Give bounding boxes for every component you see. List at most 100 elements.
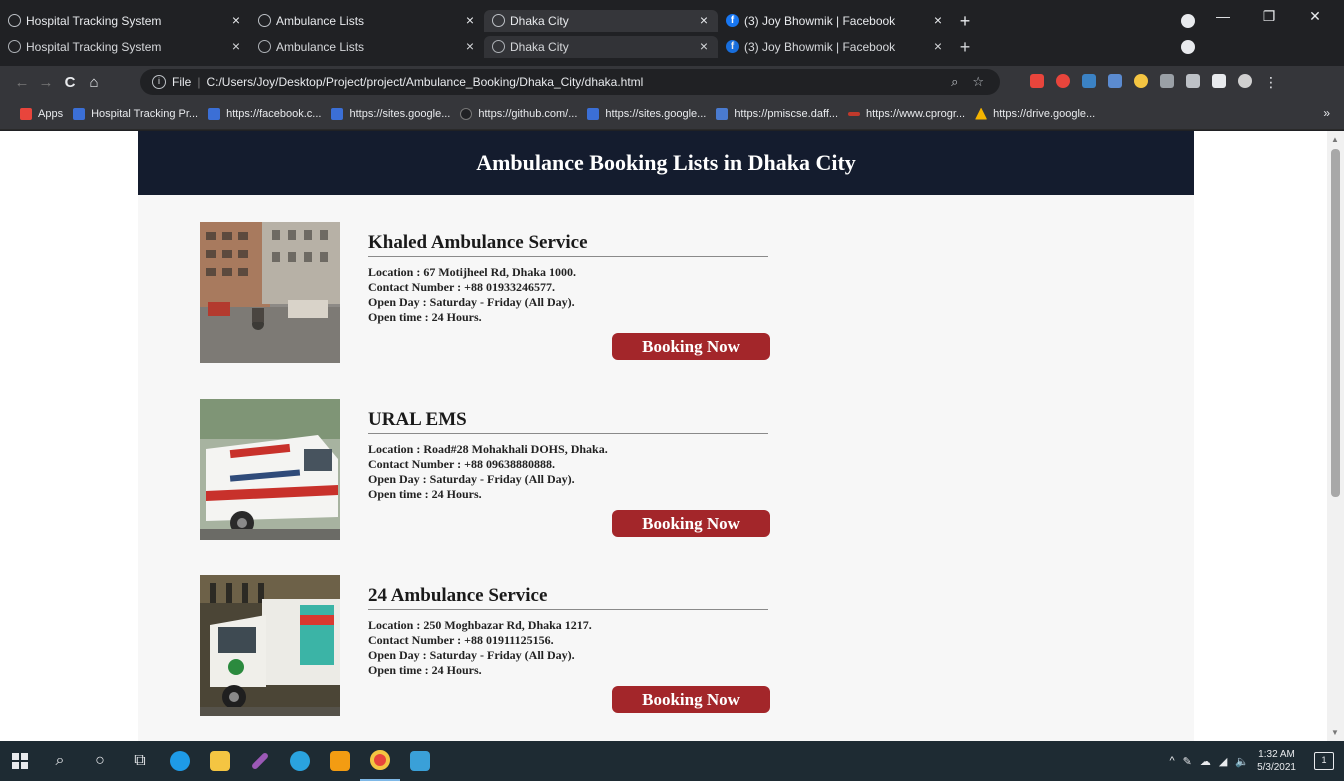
search-icon[interactable]: ⌕ xyxy=(40,741,80,781)
booking-now-button[interactable]: Booking Now xyxy=(612,686,770,713)
cortana-icon[interactable]: ○ xyxy=(80,741,120,781)
pen-tray-icon[interactable]: ✎ xyxy=(1183,755,1192,768)
bookmark-item[interactable]: https://sites.google... xyxy=(331,107,450,120)
apps-grid-icon xyxy=(20,107,32,120)
tab-hospital-tracking[interactable]: Hospital Tracking System × xyxy=(0,10,250,32)
scroll-down-icon[interactable]: ▼ xyxy=(1331,728,1339,737)
tab-close-icon[interactable]: × xyxy=(466,12,474,28)
task-view-icon[interactable]: ⧉ xyxy=(120,741,160,781)
site-info-icon[interactable]: i xyxy=(152,75,166,89)
extension-card-icon[interactable] xyxy=(1108,74,1122,88)
page-viewport: Ambulance Booking Lists in Dhaka City Kh… xyxy=(0,131,1344,741)
globe-icon xyxy=(492,14,505,27)
chrome-icon[interactable] xyxy=(360,741,400,781)
system-clock[interactable]: 1:32 AM 5/3/2021 xyxy=(1257,748,1296,774)
tab-title: Hospital Tracking System xyxy=(26,14,162,28)
bookmark-item[interactable]: https://github.com/... xyxy=(460,107,577,120)
tab-title: (3) Joy Bhowmik | Facebook xyxy=(744,14,896,28)
tab-close-icon[interactable]: × xyxy=(232,12,240,28)
volume-icon[interactable]: 🔈 xyxy=(1235,755,1249,768)
tab-row-ghost: Hospital Tracking System × Ambulance Lis… xyxy=(0,36,978,58)
avatar[interactable] xyxy=(1238,74,1252,88)
booking-now-button[interactable]: Booking Now xyxy=(612,510,770,537)
wifi-icon[interactable]: ◢ xyxy=(1219,755,1227,768)
scroll-up-icon[interactable]: ▲ xyxy=(1331,135,1339,144)
bookmark-item[interactable]: https://pmiscse.daff... xyxy=(716,107,838,120)
globe-icon xyxy=(492,40,505,53)
cprog-icon xyxy=(848,111,861,116)
window-controls: — ❐ ✕ xyxy=(1200,8,1338,25)
ambulance-truck-photo xyxy=(200,575,340,716)
page-title: Ambulance Booking Lists in Dhaka City xyxy=(476,150,856,175)
sites-icon xyxy=(208,107,221,120)
home-button[interactable]: ⌂ xyxy=(82,74,106,91)
bookmark-apps[interactable]: Apps xyxy=(20,107,64,120)
bookmark-item[interactable]: https://www.cprogr... xyxy=(848,108,965,120)
service-contact: Contact Number : +88 01933246577. xyxy=(368,280,555,294)
bookmark-item[interactable]: https://facebook.c... xyxy=(208,107,321,120)
page-scrollbar[interactable]: ▲ ▼ xyxy=(1327,131,1344,741)
clock-date: 5/3/2021 xyxy=(1257,762,1296,773)
zoom-search-icon[interactable]: ⌕ xyxy=(951,74,958,90)
notification-center-icon[interactable]: 1 xyxy=(1314,752,1334,770)
address-bar[interactable]: i File | C:/Users/Joy/Desktop/Project/pr… xyxy=(140,69,1000,95)
bookmarks-overflow-button[interactable]: » xyxy=(1323,106,1330,120)
service-location: Location : 67 Motijheel Rd, Dhaka 1000. xyxy=(368,265,576,279)
telegram-icon[interactable] xyxy=(280,741,320,781)
photos-icon[interactable] xyxy=(400,741,440,781)
minimize-button[interactable]: — xyxy=(1200,8,1246,25)
tab-close-icon[interactable]: × xyxy=(700,12,708,28)
profile-icon[interactable] xyxy=(1181,14,1195,28)
tab-facebook-ghost: f (3) Joy Bhowmik | Facebook × xyxy=(718,36,952,58)
network-icon[interactable]: ☁ xyxy=(1200,755,1211,768)
forward-button[interactable]: → xyxy=(34,74,58,91)
sites-icon xyxy=(587,107,600,120)
extension-translate-icon[interactable] xyxy=(1186,74,1200,88)
service-contact: Contact Number : +88 09638880888. xyxy=(368,457,555,471)
extension-blue-icon[interactable] xyxy=(1082,74,1096,88)
extension-grey-icon[interactable] xyxy=(1160,74,1174,88)
service-open-day: Open Day : Saturday - Friday (All Day). xyxy=(368,648,575,662)
extension-red-icon[interactable] xyxy=(1030,74,1044,88)
bookmark-item[interactable]: Hospital Tracking Pr... xyxy=(73,107,199,120)
sublime-icon[interactable] xyxy=(320,741,360,781)
drive-icon xyxy=(975,107,988,120)
reload-button[interactable]: C xyxy=(58,74,82,91)
restore-button[interactable]: ❐ xyxy=(1246,8,1292,25)
chevron-up-icon[interactable]: ^ xyxy=(1170,755,1175,767)
system-tray: ^ ✎ ☁ ◢ 🔈 1:32 AM 5/3/2021 1 xyxy=(1170,741,1344,781)
tab-title: Ambulance Lists xyxy=(276,40,365,54)
service-name: Khaled Ambulance Service xyxy=(368,232,768,257)
tab-close-icon: × xyxy=(465,38,474,54)
profile-icon-ghost xyxy=(1181,40,1195,54)
booking-now-button[interactable]: Booking Now xyxy=(612,333,770,360)
ambulance-photo xyxy=(200,399,340,540)
service-card: Khaled Ambulance Service Location : 67 M… xyxy=(200,222,780,367)
bookmark-label: Apps xyxy=(38,107,64,120)
service-info: 24 Ambulance Service Location : 250 Mogh… xyxy=(368,585,768,678)
tab-close-icon[interactable]: × xyxy=(934,12,942,28)
bookmark-star-icon[interactable]: ☆ xyxy=(972,74,984,90)
url-text[interactable]: C:/Users/Joy/Desktop/Project/project/Amb… xyxy=(206,75,643,89)
scrollbar-thumb[interactable] xyxy=(1331,149,1340,497)
tab-facebook[interactable]: f (3) Joy Bhowmik | Facebook × xyxy=(718,10,952,32)
street-photo xyxy=(200,222,340,363)
tab-dhaka-city[interactable]: Dhaka City × xyxy=(484,10,718,32)
bookmark-item[interactable]: https://drive.google... xyxy=(975,107,1095,120)
close-window-button[interactable]: ✕ xyxy=(1292,8,1338,25)
new-tab-button[interactable]: + xyxy=(952,11,978,32)
pen-app-icon[interactable] xyxy=(240,741,280,781)
tab-ambulance-lists[interactable]: Ambulance Lists × xyxy=(250,10,484,32)
bookmark-label: Hospital Tracking Pr... xyxy=(91,107,199,120)
menu-kebab-icon[interactable]: ⋮ xyxy=(1264,74,1278,91)
windows-start-icon[interactable] xyxy=(0,741,40,781)
edge-icon[interactable] xyxy=(160,741,200,781)
file-explorer-icon[interactable] xyxy=(200,741,240,781)
back-button[interactable]: ← xyxy=(10,74,34,91)
tab-row: Hospital Tracking System × Ambulance Lis… xyxy=(0,10,978,32)
extension-yellow-icon[interactable] xyxy=(1134,74,1148,88)
extensions-puzzle-icon[interactable] xyxy=(1212,74,1226,88)
adblock-icon[interactable] xyxy=(1056,74,1070,88)
bookmark-item[interactable]: https://sites.google... xyxy=(587,107,706,120)
tab-ambulance-lists-ghost: Ambulance Lists × xyxy=(250,36,484,58)
